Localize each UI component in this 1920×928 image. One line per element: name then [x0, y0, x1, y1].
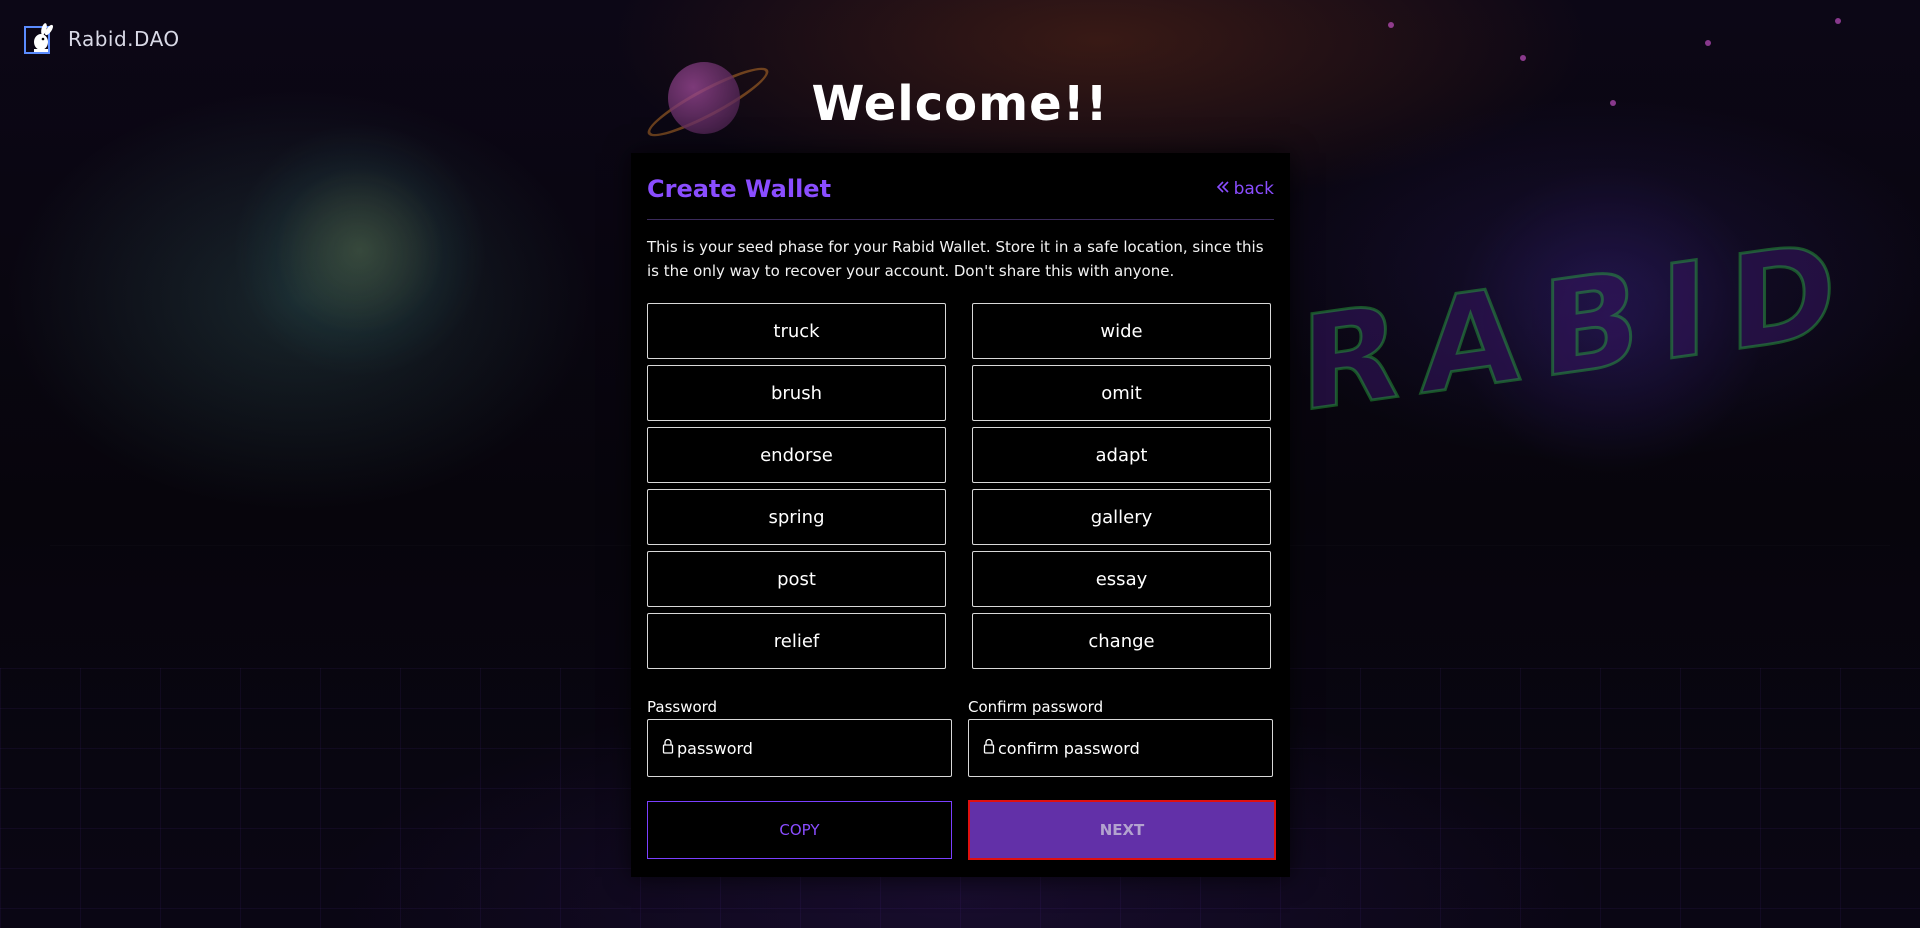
seed-description: This is your seed phase for your Rabid W… — [647, 238, 1264, 280]
create-wallet-card: Create Wallet back This is your seed pha… — [631, 153, 1290, 877]
star-decoration — [1388, 22, 1394, 28]
password-label: Password — [647, 698, 718, 716]
card-header: Create Wallet back — [647, 175, 1274, 220]
seed-word: change — [972, 613, 1271, 669]
seed-word: omit — [972, 365, 1271, 421]
back-label: back — [1233, 179, 1274, 199]
confirm-password-field[interactable] — [968, 719, 1273, 777]
brand-logo[interactable]: Rabid.DAO — [24, 22, 180, 56]
brand-name: Rabid.DAO — [68, 27, 180, 51]
lock-icon — [662, 738, 674, 758]
password-input[interactable] — [677, 738, 927, 758]
seed-word: endorse — [647, 427, 946, 483]
seed-word: brush — [647, 365, 946, 421]
page-title: Welcome!! — [811, 76, 1109, 132]
seed-word: spring — [647, 489, 946, 545]
copy-button[interactable]: COPY — [647, 801, 952, 859]
confirm-password-label: Confirm password — [968, 698, 1104, 716]
star-decoration — [1835, 18, 1841, 24]
seed-word: wide — [972, 303, 1271, 359]
seed-word: truck — [647, 303, 946, 359]
double-chevron-left-icon — [1216, 179, 1230, 199]
next-button[interactable]: NEXT — [968, 800, 1276, 860]
star-decoration — [1705, 40, 1711, 46]
seed-word: post — [647, 551, 946, 607]
seed-word: relief — [647, 613, 946, 669]
seed-word: gallery — [972, 489, 1271, 545]
rabbit-logo-icon — [24, 22, 60, 56]
lock-icon — [983, 738, 995, 758]
background: RABID Rabid.DAO Welcome!! Create Wallet — [0, 0, 1920, 928]
back-button[interactable]: back — [1216, 179, 1274, 199]
password-field[interactable] — [647, 719, 952, 777]
seed-word: essay — [972, 551, 1271, 607]
star-decoration — [1520, 55, 1526, 61]
confirm-password-input[interactable] — [998, 738, 1248, 758]
seed-word: adapt — [972, 427, 1271, 483]
card-title: Create Wallet — [647, 175, 832, 203]
